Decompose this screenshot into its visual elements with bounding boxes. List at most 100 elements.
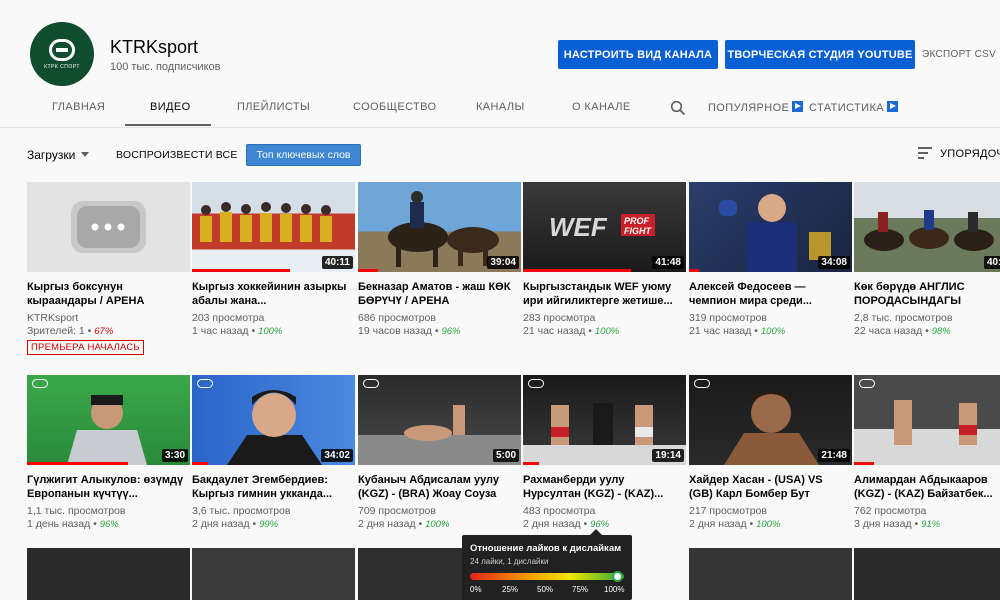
scale-label: 75% [572,585,589,594]
video-thumbnail[interactable] [689,548,852,600]
video-thumbnail[interactable]: 21:48 [689,375,852,465]
video-meta: 3 дня назад • 91% [854,518,941,530]
video-views: 217 просмотров [689,505,767,517]
watch-progress [192,269,290,272]
video-thumbnail[interactable] [192,548,355,600]
video-title[interactable]: Рахманберди уулу Нурсултан (KGZ) - (KAZ)… [523,473,681,501]
video-meta: 21 час назад • 100% [523,325,620,337]
video-title[interactable]: Кыргыз боксунун кыраандары / АРЕНА [27,280,185,308]
avatar-logo-text: КТРК СПОРТ [44,63,80,70]
video-title[interactable]: Көк бөрүдө АНГЛИС ПОРОДАСЫНДАГЫ аттар... [854,280,994,308]
watch-progress [523,269,631,272]
tab-channels[interactable]: КАНАЛЫ [476,101,525,113]
video-views: 483 просмотра [523,505,596,517]
top-keywords-button[interactable]: Топ ключевых слов [246,144,361,166]
tab-home[interactable]: ГЛАВНАЯ [52,101,105,113]
tab-videos[interactable]: ВИДЕО [150,101,191,113]
video-thumbnail[interactable]: 40: [854,182,1000,272]
video-title[interactable]: Хайдер Хасан - (USA) VS (GB) Карл Бомбер… [689,473,847,501]
video-meta: Зрителей: 1 • 67% [27,325,114,337]
play-flag-icon [792,101,804,112]
video-thumbnail[interactable]: 34:02 [192,375,355,465]
like-ratio[interactable]: 99% [259,519,278,530]
channel-watermark-icon [363,379,379,388]
video-duration: 39:04 [487,256,519,269]
channel-name: KTRKsport [110,37,199,57]
video-age: 21 час назад [523,325,586,337]
video-title[interactable]: Кыргыз хоккейинин азыркы абалы жана... [192,280,350,308]
tab-popular[interactable]: ПОПУЛЯРНОЕ [708,101,804,114]
export-csv-button[interactable]: ЭКСПОРТ CSV [922,49,996,60]
customize-channel-button[interactable]: НАСТРОИТЬ ВИД КАНАЛА [558,40,718,69]
scale-label: 25% [502,585,519,594]
video-title[interactable]: Алимардан Абдыкааров (KGZ) - (KAZ) Байза… [854,473,994,501]
like-ratio[interactable]: 100% [258,326,282,337]
scale-label: 0% [470,585,482,594]
video-thumbnail[interactable]: 34:08 [689,182,852,272]
video-title[interactable]: Кыргызстандык WEF уюму ири ийгиликтерге … [523,280,681,308]
video-title[interactable]: Алексей Федосеев — чемпион мира среди... [689,280,847,308]
like-ratio[interactable]: 100% [425,519,449,530]
search-icon[interactable] [670,100,686,116]
video-thumbnail[interactable]: 40:11 [192,182,355,272]
like-ratio[interactable]: 98% [932,326,951,337]
channel-watermark-icon [859,379,875,388]
video-duration: 41:48 [652,256,684,269]
video-title[interactable]: Гүлжигит Алыкулов: өзүмдү Европанын күчт… [27,473,185,501]
like-ratio[interactable]: 96% [100,519,119,530]
like-ratio[interactable]: 67% [94,326,113,337]
sort-icon[interactable] [918,147,932,159]
watch-progress [358,269,378,272]
video-age: 2 дня назад [358,518,416,530]
video-card[interactable]: Алимардан Абдыкааров (KGZ) - (KAZ) Байза… [854,375,1000,535]
channel-tabs: ГЛАВНАЯ ВИДЕО ПЛЕЙЛИСТЫ СООБЩЕСТВО КАНАЛ… [0,92,1000,128]
tab-playlists[interactable]: ПЛЕЙЛИСТЫ [237,101,310,113]
play-all-button[interactable]: ВОСПРОИЗВЕСТИ ВСЕ [116,149,238,161]
premiere-badge: ПРЕМЬЕРА НАЧАЛАСЬ [27,340,144,355]
tooltip-like-count: 24 лайки, 1 дислайки [470,557,549,566]
uploads-label: Загрузки [27,148,76,162]
video-thumbnail[interactable]: 19:14 [523,375,686,465]
tab-community[interactable]: СООБЩЕСТВО [353,101,437,113]
video-duration: 19:14 [652,449,684,462]
video-duration: 34:08 [818,256,850,269]
video-duration: 34:02 [321,449,353,462]
like-ratio-marker [611,571,623,582]
video-thumbnail[interactable] [27,548,190,600]
uploads-dropdown[interactable]: Загрузки [27,148,90,162]
video-card[interactable]: 40: Көк бөрүдө АНГЛИС ПОРОДАСЫНДАГЫ атта… [854,182,1000,342]
video-thumbnail[interactable]: WEF PROF FIGHT 41:48 [523,182,686,272]
video-age: 21 час назад [689,325,752,337]
video-meta: 2 дня назад • 100% [689,518,781,530]
video-title[interactable]: Бекназар Аматов - жаш КӨК БӨРҮЧҮ / АРЕНА [358,280,516,308]
video-thumbnail[interactable]: 39:04 [358,182,521,272]
video-meta: 21 час назад • 100% [689,325,786,337]
video-thumbnail[interactable]: 5:00 [358,375,521,465]
video-thumbnail[interactable] [854,375,1000,465]
tab-statistics[interactable]: СТАТИСТИКА [809,101,898,114]
video-thumbnail[interactable] [854,548,1000,600]
video-duration: 40:11 [321,256,353,269]
tab-about[interactable]: О КАНАЛЕ [572,101,631,113]
video-title[interactable]: Бакдаулет Эгембердиев: Кыргыз гимнин укк… [192,473,350,501]
video-thumbnail[interactable]: 3:30 [27,375,190,465]
youtube-studio-button[interactable]: ТВОРЧЕСКАЯ СТУДИЯ YOUTUBE [725,40,915,69]
like-ratio[interactable]: 100% [595,326,619,337]
video-age: 1 день назад [27,518,91,530]
video-views: 203 просмотра [192,312,265,324]
like-ratio[interactable]: 100% [756,519,780,530]
video-channel[interactable]: KTRKsport [27,312,190,324]
video-thumbnail[interactable] [27,182,190,272]
video-title[interactable]: Кубаныч Абдисалам уулу (KGZ) - (BRA) Жоа… [358,473,516,501]
like-ratio[interactable]: 100% [761,326,785,337]
channel-avatar[interactable]: КТРК СПОРТ [30,22,94,86]
scale-label: 50% [537,585,554,594]
video-views: 1,1 тыс. просмотров [27,505,126,517]
like-ratio[interactable]: 91% [921,519,940,530]
active-tab-indicator [125,124,211,126]
watch-progress [854,462,874,465]
video-duration: 40: [984,256,1000,269]
like-ratio[interactable]: 96% [441,326,460,337]
sort-button[interactable]: УПОРЯДОЧ [940,148,1000,160]
video-meta: 19 часов назад • 96% [358,325,461,337]
